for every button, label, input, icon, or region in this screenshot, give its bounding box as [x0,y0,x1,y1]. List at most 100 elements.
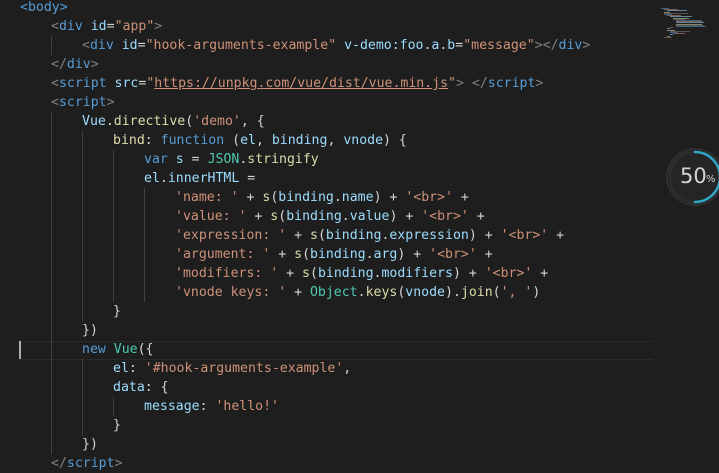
minimap-line [673,33,685,35]
code-token: = [455,38,464,53]
code-line: <body> [20,0,68,17]
code-token: ). [445,285,461,300]
code-token: + [532,266,549,281]
indent-guide [144,188,145,302]
code-token: > [114,456,123,471]
code-token: div [558,38,583,53]
code-token: 'demo' [193,114,241,129]
code-token: Object [309,285,358,300]
code-token: , { [240,114,265,129]
code-token: ', ' [500,285,533,300]
code-token: script [66,456,115,471]
code-token: > [154,19,163,34]
code-token: ) [532,285,541,300]
code-token: 'hello!' [215,399,279,414]
code-token: </ [542,38,559,53]
code-token: directive [113,114,186,129]
code-token: > [534,38,543,53]
code-token: 'value: ' [175,209,247,224]
code-token: el [113,361,129,376]
code-token: "hook-arguments-example" [145,38,337,53]
code-token: '<br>' [484,266,533,281]
code-token: 'modifiers: ' [175,266,279,281]
code-token: keys [365,285,398,300]
code-line: <script> [51,93,115,112]
code-token: src [114,76,139,91]
code-token: ( [310,266,318,281]
code-token: = [183,152,208,167]
code-token: ) + [397,247,430,262]
code-line: }) [82,435,98,454]
code-token: div [66,57,91,72]
code-token: name [341,190,374,205]
code-token: } [113,418,121,433]
code-token: expression [389,228,469,243]
indent-guide [113,150,114,302]
code-token: = [239,171,256,186]
code-line: </div> [51,55,99,74]
code-token: < [82,38,90,53]
zoom-indicator[interactable]: 50 % [668,150,719,204]
code-token: : [128,361,145,376]
minimap-line [664,36,672,38]
text-cursor [19,341,21,359]
code-token: 'vnode keys: ' [175,285,287,300]
code-token: > [90,57,99,72]
code-line: <div id="hook-arguments-example" v-demo:… [82,36,590,55]
code-token: }) [82,323,98,338]
code-token: . [159,171,168,186]
code-token: + [548,228,565,243]
code-token: innerHTML [167,171,240,186]
code-token: + [278,266,303,281]
code-token: binding [278,190,334,205]
code-token: ) + [389,209,422,224]
code-token: value [349,209,390,224]
code-token: ) { [383,133,407,148]
code-token: Vue [82,114,106,129]
code-line: el: '#hook-arguments-example', [113,359,351,378]
code-token: . [365,247,374,262]
code-token: </ [471,76,488,91]
code-token: arg [373,247,398,262]
zoom-value: 50 [680,164,707,188]
code-token: bind [113,133,145,148]
code-token: > [535,76,544,91]
code-token: el [144,171,160,186]
code-token: binding [325,228,382,243]
code-token: s [309,228,318,243]
code-token: message [144,399,200,414]
code-token: stringify [247,152,319,167]
code-token: Vue [113,342,138,357]
code-line: 'vnode keys: ' + Object.keys (vnode).join… [175,283,540,302]
code-token: : [144,133,161,148]
code-token: id [121,38,138,53]
code-token: : [199,399,216,414]
code-token: script [487,76,536,91]
code-token: + [238,190,263,205]
code-token: , [327,133,344,148]
code-token: div [89,38,114,53]
code-line: message: 'hello!' [144,397,279,416]
code-token: } [113,304,121,319]
code-token: , [343,361,352,376]
minimap-line [670,27,673,29]
code-token: https://unpkg.com/vue/dist/vue.min.js [154,76,449,91]
code-token: binding [317,266,374,281]
code-token: < [51,95,59,110]
code-token: = [106,19,115,34]
minimap-line [670,34,673,36]
code-token: script [58,76,107,91]
code-token: '#hook-arguments-example' [144,361,344,376]
code-line: data: { [113,378,169,397]
code-token: ) + [373,190,406,205]
code-token: vnode [405,285,445,300]
code-editor[interactable]: <body> <div id="app"> <div id="hook-argume… [0,0,719,471]
code-token: > [582,38,591,53]
code-token: ) + [468,228,501,243]
code-token: < [51,76,59,91]
code-token: " [448,76,456,91]
minimap[interactable] [655,0,719,40]
